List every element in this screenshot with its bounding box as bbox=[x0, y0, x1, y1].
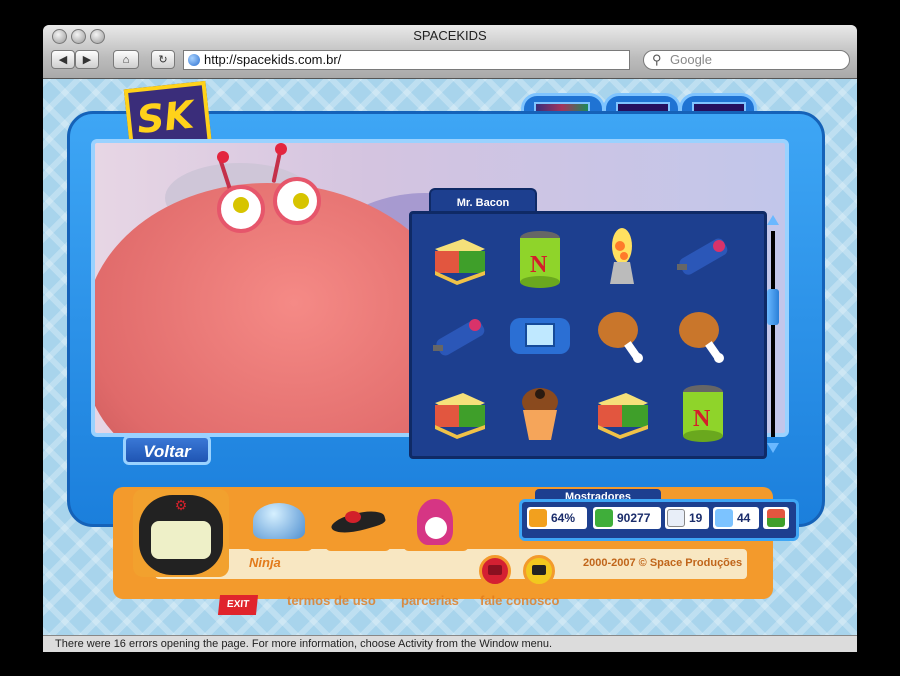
lava-lamp-icon[interactable] bbox=[583, 222, 661, 295]
antenna-tip bbox=[217, 151, 229, 163]
chat-value: 44 bbox=[737, 511, 751, 525]
page-content: ? SK Mr. Bacon N bbox=[43, 79, 857, 635]
inventory-grid: N N bbox=[420, 222, 742, 450]
scroll-down-arrow[interactable] bbox=[767, 443, 779, 453]
remote-control-icon[interactable] bbox=[420, 299, 498, 372]
fale-conosco-link[interactable]: fale conosco bbox=[480, 593, 559, 608]
character-slot-helmet[interactable] bbox=[247, 495, 313, 551]
cupcake-icon[interactable] bbox=[502, 377, 580, 450]
globe-icon bbox=[188, 54, 200, 66]
svg-text:N: N bbox=[693, 406, 711, 432]
chat-icon bbox=[715, 509, 733, 527]
money-stat: 90277 bbox=[593, 507, 661, 529]
search-field[interactable]: ⚲ Google bbox=[643, 50, 850, 70]
character-slot-ship[interactable] bbox=[325, 495, 391, 551]
scroll-thumb[interactable] bbox=[767, 289, 779, 325]
forward-button[interactable]: ▶ bbox=[75, 50, 99, 69]
messages-stat[interactable]: 19 bbox=[665, 507, 709, 529]
creature-eye bbox=[273, 177, 321, 225]
pet-face bbox=[425, 517, 447, 539]
emblem-icon: ⚙ bbox=[174, 497, 188, 513]
inventory-scrollbar[interactable] bbox=[766, 215, 780, 455]
paint-can-icon[interactable]: N bbox=[665, 377, 743, 450]
scroll-up-arrow[interactable] bbox=[767, 215, 779, 225]
window-title: SPACEKIDS bbox=[413, 28, 487, 43]
exit-button[interactable]: EXIT bbox=[217, 595, 259, 615]
gauge-icon bbox=[529, 509, 547, 527]
address-field[interactable]: http://spacekids.com.br/ bbox=[183, 50, 630, 70]
money-value: 90277 bbox=[617, 511, 651, 525]
logo-text: SK bbox=[134, 92, 196, 143]
back-button[interactable]: ◀ bbox=[51, 50, 75, 69]
paint-can-icon[interactable]: N bbox=[502, 222, 580, 295]
sandwich-icon[interactable] bbox=[420, 222, 498, 295]
energy-stat: 64% bbox=[527, 507, 587, 529]
title-bar: SPACEKIDS ◀ ▶ ⌂ ↻ http://spacekids.com.b… bbox=[43, 25, 857, 79]
chicken-leg-icon[interactable] bbox=[665, 299, 743, 372]
robot-icon bbox=[532, 565, 546, 575]
robot-button[interactable] bbox=[523, 555, 555, 587]
pupil bbox=[293, 193, 309, 209]
home-button[interactable]: ⌂ bbox=[113, 50, 139, 69]
cockpit bbox=[345, 511, 361, 523]
money-icon bbox=[595, 509, 613, 527]
search-placeholder: Google bbox=[670, 52, 712, 67]
inventory-panel: N N bbox=[409, 211, 767, 459]
browser-window: SPACEKIDS ◀ ▶ ⌂ ↻ http://spacekids.com.b… bbox=[43, 25, 857, 652]
backpack-icon bbox=[488, 565, 502, 575]
sandwich-icon[interactable] bbox=[583, 377, 661, 450]
spaceship-icon bbox=[329, 505, 387, 539]
handheld-console-icon[interactable] bbox=[502, 299, 580, 372]
inventory-stat[interactable] bbox=[763, 507, 789, 529]
status-bar: There were 16 errors opening the page. F… bbox=[43, 635, 857, 652]
chat-stat[interactable]: 44 bbox=[713, 507, 759, 529]
sandwich-icon[interactable] bbox=[420, 377, 498, 450]
envelope-icon bbox=[667, 509, 685, 527]
search-icon: ⚲ bbox=[652, 52, 662, 67]
dome-helmet-icon bbox=[253, 503, 305, 539]
remote-control-icon[interactable] bbox=[665, 222, 743, 295]
svg-text:N: N bbox=[530, 252, 548, 278]
url-text: http://spacekids.com.br/ bbox=[204, 52, 342, 67]
face bbox=[151, 521, 211, 559]
avatar[interactable]: ⚙ bbox=[133, 489, 229, 577]
character-name: Ninja bbox=[249, 555, 281, 570]
sandwich-icon bbox=[767, 509, 785, 527]
copyright-text: 2000-2007 © Space Produções bbox=[583, 557, 743, 569]
helmet: ⚙ bbox=[139, 495, 223, 575]
parcerias-link[interactable]: parcerias bbox=[401, 593, 459, 608]
chicken-leg-icon[interactable] bbox=[583, 299, 661, 372]
antenna-tip bbox=[275, 143, 287, 155]
reload-button[interactable]: ↻ bbox=[151, 50, 175, 69]
voltar-button[interactable]: Voltar bbox=[123, 435, 211, 465]
pupil bbox=[233, 197, 249, 213]
messages-value: 19 bbox=[689, 511, 703, 525]
termos-link[interactable]: termos de uso bbox=[287, 593, 376, 608]
scroll-track[interactable] bbox=[771, 231, 775, 437]
creature-eye bbox=[217, 185, 265, 233]
character-slot-pet[interactable] bbox=[403, 495, 469, 551]
energy-value: 64% bbox=[551, 511, 576, 525]
backpack-button[interactable] bbox=[479, 555, 511, 587]
